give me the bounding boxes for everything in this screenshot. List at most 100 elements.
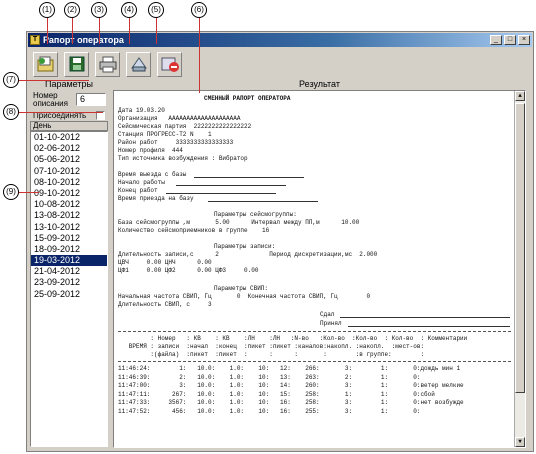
day-list-item[interactable]: 21-04-2012 xyxy=(31,266,107,277)
callout-9: (9) xyxy=(3,184,19,200)
table-row: 11:46:24: 1: 10.0: 1.0: 10: 12: 266: 3: … xyxy=(118,365,461,372)
table-row: 11:46:39: 2: 10.0: 1.0: 10: 13: 263: 2: … xyxy=(118,373,421,381)
report-line-source: Тип источника возбуждения : Вибратор xyxy=(118,155,248,162)
day-list-header: День xyxy=(30,121,108,131)
blank-line xyxy=(166,193,276,194)
params-panel: Номер описания 6 Присоединять День 01-10… xyxy=(30,90,108,448)
print-button[interactable] xyxy=(95,51,120,77)
report-line-swip-dur: Длительность СВИП, с 3 xyxy=(118,301,212,308)
callout-leader xyxy=(129,18,130,44)
report-line-organization: Организация AAAAAAAAAAAAAAAAAAAA xyxy=(118,115,241,122)
callout-1: (1) xyxy=(39,2,55,18)
blank-line xyxy=(176,185,286,186)
report-line-time-return: Время приезда на базу xyxy=(118,195,194,202)
day-list-item[interactable]: 01-10-2012 xyxy=(31,132,107,143)
report-line-rec-duration: Длительность записи,с 2 Период дискретиз… xyxy=(118,251,378,258)
blank-line xyxy=(194,177,304,178)
report-line-table-header-1: : Номер : КВ : КВ :ЛН :ЛН :N-во :Кол-во … xyxy=(118,335,468,342)
toolbar xyxy=(29,49,533,79)
table-row: 11:47:11: 267: 10.0: 1.0: 10: 15: 258: 1… xyxy=(118,390,435,398)
day-list-item[interactable]: 10-08-2012 xyxy=(31,199,107,210)
save-icon xyxy=(69,56,84,72)
table-row: 11:47:00: 3: 10.0: 1.0: 10: 14: 260: 3: … xyxy=(118,382,464,389)
scroll-up-button[interactable]: ▲ xyxy=(515,91,525,101)
delete-button[interactable] xyxy=(157,51,182,77)
report-line-time-start: Начало работы xyxy=(118,179,165,186)
scroll-thumb[interactable] xyxy=(515,103,525,393)
report-line-date: Дата 19.03.20 xyxy=(118,107,165,114)
blank-line xyxy=(208,201,318,202)
callout-leader xyxy=(72,18,73,44)
day-list-item[interactable]: 23-09-2012 xyxy=(31,277,107,288)
report-line-profile: Номер профиля 444 xyxy=(118,147,183,154)
delete-icon xyxy=(161,57,179,72)
scroll-down-button[interactable]: ▼ xyxy=(515,437,525,447)
report-line-swip-freq: Начальная частота СВИП, Гц 0 Конечная ча… xyxy=(118,293,371,300)
number-label-2: описания xyxy=(33,99,68,108)
callout-leader xyxy=(47,18,48,44)
report-line-received: Принял xyxy=(320,320,342,327)
callout-leader xyxy=(19,80,89,81)
report-line-time-out: Время выезда с базы xyxy=(118,171,187,178)
day-list-item[interactable]: 05-06-2012 xyxy=(31,154,107,165)
day-list-item[interactable]: 07-10-2012 xyxy=(31,166,107,177)
print-icon xyxy=(99,56,116,73)
table-divider xyxy=(118,331,511,332)
report-line-seis-base: База сейсмогруппы ,м 5.00 Интервал между… xyxy=(118,219,360,226)
day-list-item[interactable]: 18-09-2012 xyxy=(31,244,107,255)
open-icon xyxy=(37,56,53,72)
callout-5: (5) xyxy=(148,2,164,18)
callout-2: (2) xyxy=(64,2,80,18)
day-list-item[interactable]: 09-10-2012 xyxy=(31,188,107,199)
archive-button[interactable] xyxy=(126,51,151,77)
title-bar: T Рапорт оператора _ □ × xyxy=(28,33,532,47)
save-button[interactable] xyxy=(64,51,89,77)
report-line-station: Станция ПРОГРЕСС-Т2 N 1 xyxy=(118,131,212,138)
callout-leader xyxy=(199,18,200,93)
report-scrollbar[interactable]: ▲ ▼ xyxy=(514,91,525,447)
day-list-item[interactable]: 08-10-2012 xyxy=(31,177,107,188)
callout-leader xyxy=(156,18,157,44)
callout-4: (4) xyxy=(121,2,137,18)
report-line-heading: СМЕННЫЙ РАПОРТ ОПЕРАТОРА xyxy=(204,95,291,102)
day-list-item[interactable]: 19-03-2012 xyxy=(31,255,107,267)
archive-icon xyxy=(130,57,147,72)
report-line-time-end: Конец работ xyxy=(118,187,158,194)
window-title: Рапорт оператора xyxy=(43,35,124,45)
result-title: Результат xyxy=(299,79,340,89)
day-list-item[interactable]: 13-10-2012 xyxy=(31,222,107,233)
report-view[interactable]: ▲ ▼ СМЕННЫЙ РАПОРТ ОПЕРАТОРА Дата 19.03.2… xyxy=(113,90,526,448)
report-line-table-header-3: :(файла) :пикет :пикет : : : : :в группе… xyxy=(118,351,425,358)
callout-leader xyxy=(99,18,100,44)
report-line-seis-header: Параметры сейсмогруппы: xyxy=(214,211,297,218)
report-line-area: Район работ 3333333333333333 xyxy=(118,139,234,146)
day-list-item[interactable]: 15-09-2012 xyxy=(31,233,107,244)
callout-7: (7) xyxy=(3,72,19,88)
report-window: T Рапорт оператора _ □ × Параметры Резул… xyxy=(26,31,534,452)
close-button[interactable]: × xyxy=(518,35,530,45)
report-line-filters-1: ЦВЧ 0.00 ЦНЧ 0.00 xyxy=(118,259,212,266)
day-list-item[interactable]: 13-08-2012 xyxy=(31,210,107,221)
callout-6: (6) xyxy=(191,2,207,18)
day-list-item[interactable]: 02-06-2012 xyxy=(31,143,107,154)
description-number-input[interactable]: 6 xyxy=(76,93,106,106)
blank-line xyxy=(340,317,510,318)
report-line-seis-count: Количество сейсмоприемников в группе 16 xyxy=(118,227,270,234)
report-line-handed: Сдал xyxy=(320,311,335,318)
report-line-crew: Сейсмическая партия 2222222222222222 xyxy=(118,123,252,130)
open-button[interactable] xyxy=(33,51,58,77)
callout-leader xyxy=(19,192,39,193)
day-list-item[interactable]: 25-09-2012 xyxy=(31,289,107,300)
callout-3: (3) xyxy=(91,2,107,18)
maximize-button[interactable]: □ xyxy=(504,35,516,45)
day-list[interactable]: 01-10-2012 02-06-2012 05-06-2012 07-10-2012… xyxy=(30,131,108,447)
table-row: 11:47:33: 3567: 10.0: 1.0: 10: 16: 258: … xyxy=(118,399,464,406)
callout-leader xyxy=(19,112,103,113)
report-line-table-header-2: ВРЕМЯ : записи :начал :конец :пикет :пик… xyxy=(118,343,425,350)
callout-8: (8) xyxy=(3,104,19,120)
minimize-button[interactable]: _ xyxy=(490,35,502,45)
report-line-filters-2: ЦФ1 0.00 ЦФ2 0.00 ЦФ3 0.00 xyxy=(118,267,259,274)
report-line-rec-header: Параметры записи: xyxy=(214,243,276,250)
table-row: 11:47:52: 456: 10.0: 1.0: 10: 16: 255: 3… xyxy=(118,407,421,415)
blank-line xyxy=(348,326,510,327)
